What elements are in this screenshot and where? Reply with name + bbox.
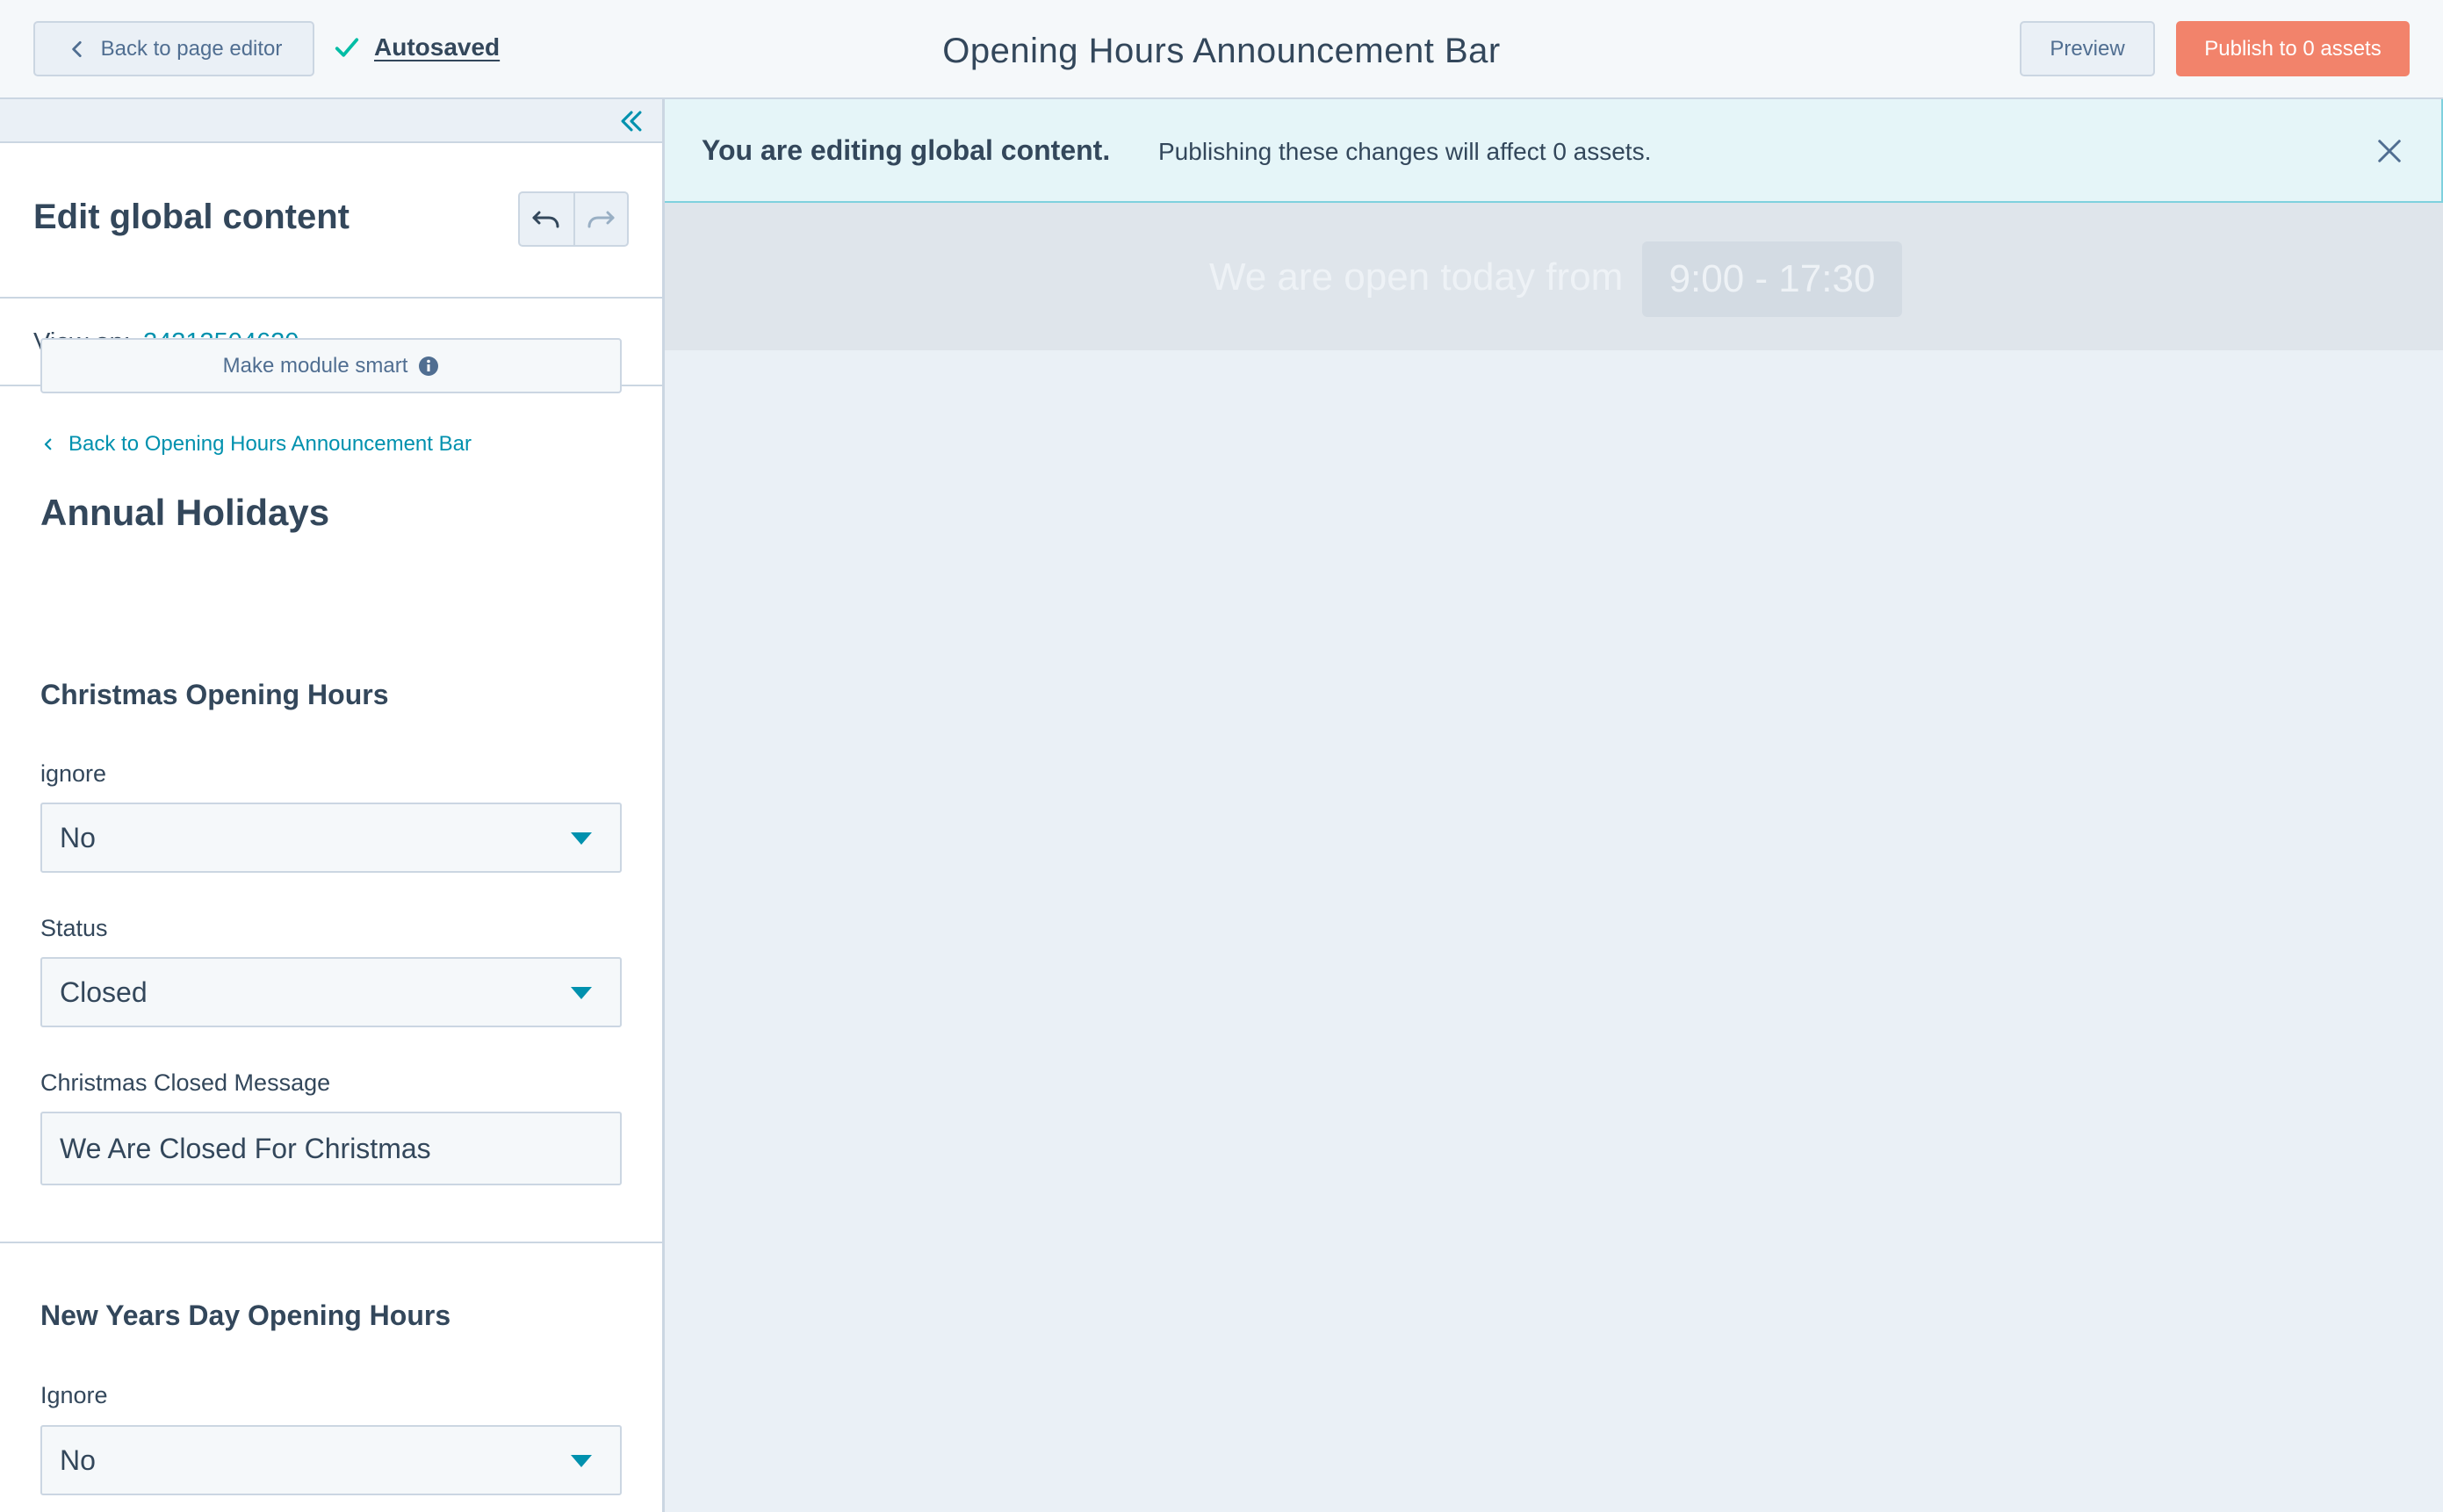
undo-button[interactable]	[520, 193, 573, 245]
close-icon[interactable]	[2376, 138, 2403, 164]
caret-down-icon	[571, 987, 592, 999]
caret-down-icon	[571, 832, 592, 845]
undo-redo-group	[518, 191, 629, 247]
redo-button[interactable]	[573, 193, 627, 245]
christmas-ignore-select[interactable]: No	[40, 803, 622, 873]
double-chevron-left-icon[interactable]	[616, 106, 646, 136]
christmas-status-value: Closed	[60, 976, 148, 1008]
sidebar-collapse-strip	[0, 99, 662, 143]
announcement-time-badge: 9:00 - 17:30	[1642, 241, 1902, 317]
new-years-ignore-select[interactable]: No	[40, 1425, 622, 1495]
redo-icon	[587, 211, 615, 227]
christmas-ignore-label: ignore	[40, 760, 107, 787]
global-content-banner: You are editing global content. Publishi…	[665, 99, 2443, 203]
back-to-announcement-bar-link[interactable]: Back to Opening Hours Announcement Bar	[40, 432, 472, 457]
announcement-text: We are open today from	[1209, 256, 1624, 299]
christmas-message-input[interactable]: We Are Closed For Christmas	[40, 1112, 622, 1185]
top-bar: Back to page editor Autosaved Opening Ho…	[0, 0, 2443, 99]
edit-title: Edit global content	[33, 198, 350, 236]
caret-down-icon	[571, 1455, 592, 1467]
preview-canvas	[665, 350, 2443, 1512]
info-icon	[419, 356, 439, 376]
undo-icon	[532, 211, 559, 227]
christmas-section-title: Christmas Opening Hours	[40, 679, 389, 710]
edit-header: Edit global content	[0, 143, 662, 299]
banner-heading: You are editing global content.	[702, 134, 1111, 166]
new-years-section-title: New Years Day Opening Hours	[40, 1300, 451, 1331]
make-module-smart-label: Make module smart	[222, 353, 408, 378]
publish-button[interactable]: Publish to 0 assets	[2176, 21, 2410, 76]
new-years-ignore-value: No	[60, 1444, 96, 1476]
christmas-status-label: Status	[40, 915, 108, 941]
banner-message: Publishing these changes will affect 0 a…	[1158, 138, 1652, 165]
christmas-message-label: Christmas Closed Message	[40, 1069, 331, 1096]
new-years-ignore-label: Ignore	[40, 1382, 108, 1408]
christmas-ignore-value: No	[60, 821, 96, 853]
preview-button[interactable]: Preview	[2020, 21, 2155, 76]
chevron-left-icon	[44, 438, 52, 450]
christmas-status-select[interactable]: Closed	[40, 957, 622, 1027]
make-module-smart-button[interactable]: Make module smart	[40, 338, 622, 393]
christmas-message-value: We Are Closed For Christmas	[60, 1132, 431, 1164]
section-divider	[0, 1242, 662, 1243]
announcement-bar-preview[interactable]: We are open today from 9:00 - 17:30	[665, 203, 2443, 350]
back-link-label: Back to Opening Hours Announcement Bar	[68, 432, 472, 456]
group-title: Annual Holidays	[40, 492, 330, 533]
